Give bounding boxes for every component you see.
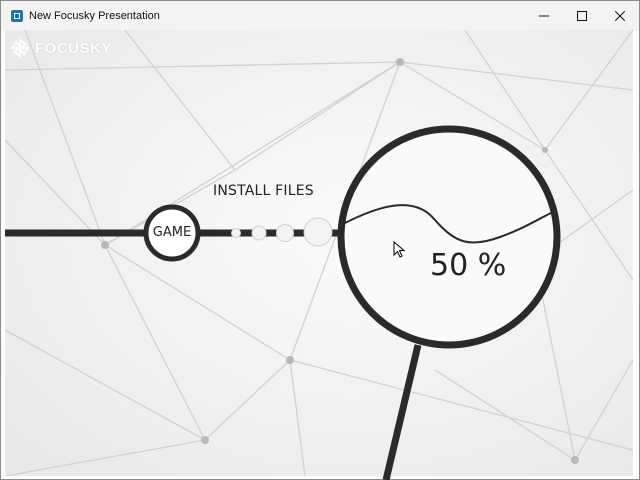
game-node-label[interactable]: GAME xyxy=(145,225,199,240)
window-controls xyxy=(525,1,639,31)
minimize-icon xyxy=(539,15,549,17)
close-icon xyxy=(615,11,625,21)
maximize-button[interactable] xyxy=(563,1,601,31)
close-button[interactable] xyxy=(601,1,639,31)
minimize-button[interactable] xyxy=(525,1,563,31)
install-files-label: INSTALL FILES xyxy=(213,183,314,199)
focusky-logo-icon xyxy=(10,38,30,58)
presentation-canvas[interactable] xyxy=(5,30,633,476)
window-title: New Focusky Presentation xyxy=(29,10,160,22)
focusky-logo: FOCUSKY xyxy=(10,38,112,58)
network-background xyxy=(5,30,633,476)
logo-text: FOCUSKY xyxy=(35,39,112,57)
focusky-app-icon xyxy=(11,10,23,22)
progress-percent-text: 50 % xyxy=(430,248,507,283)
maximize-icon xyxy=(577,11,587,21)
mouse-pointer-icon xyxy=(393,241,406,258)
title-bar[interactable]: New Focusky Presentation xyxy=(1,1,639,31)
